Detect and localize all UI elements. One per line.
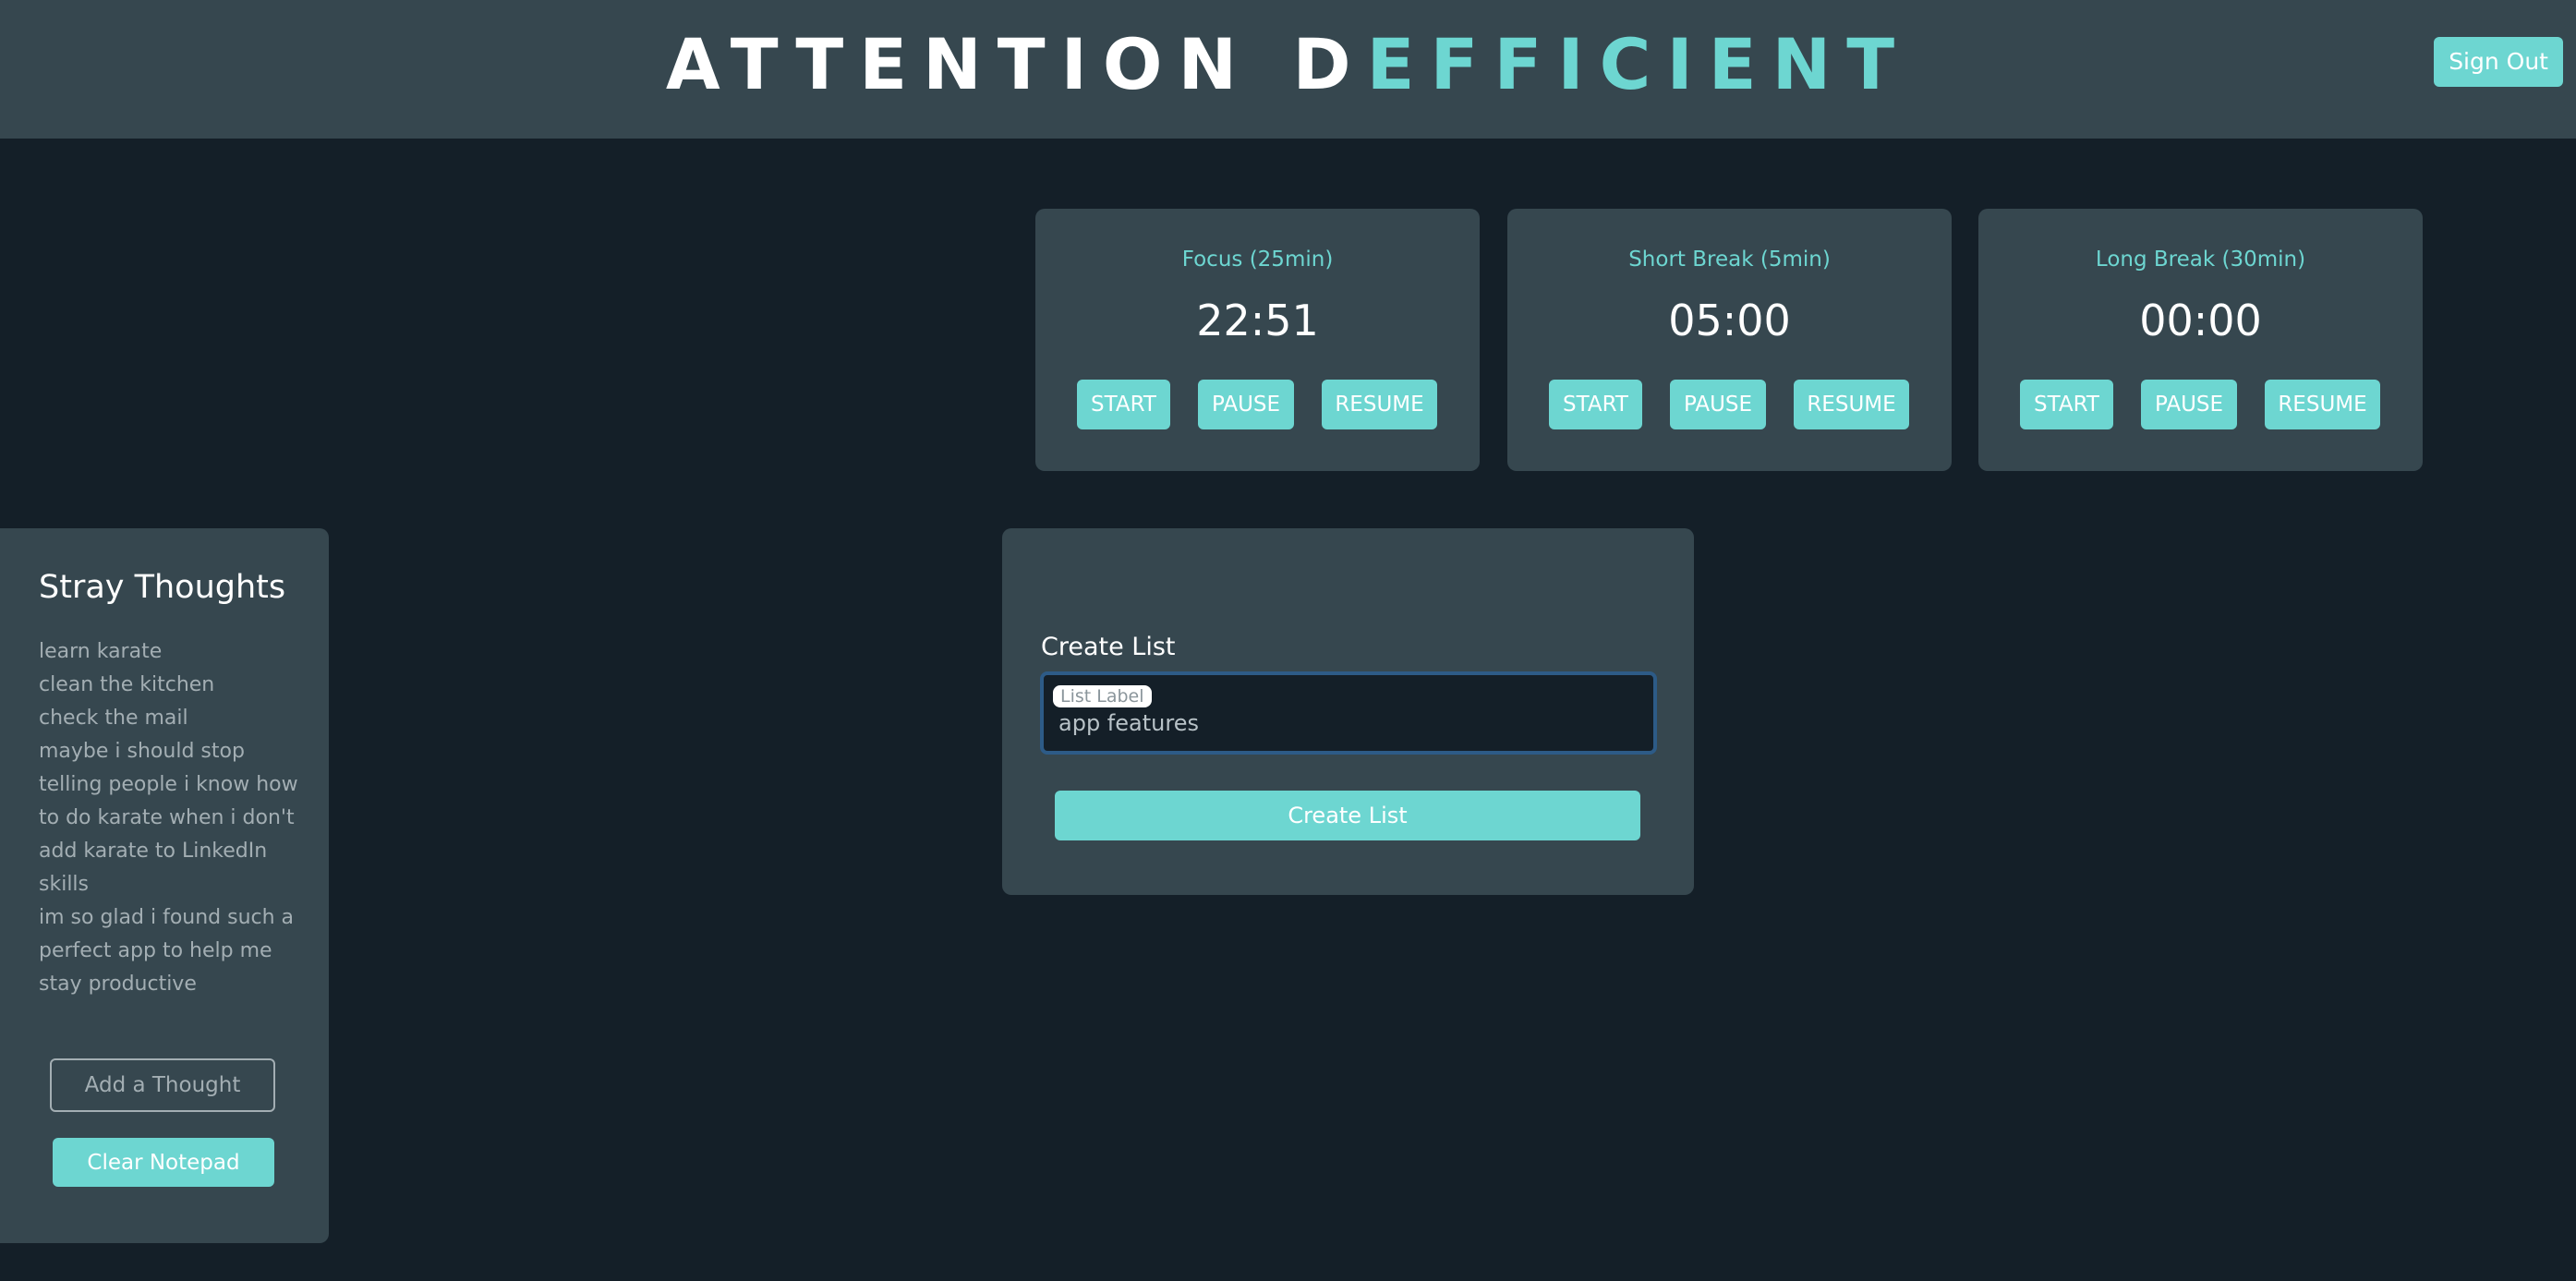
focus-timer-card: Focus (25min) 22:51 START PAUSE RESUME bbox=[1035, 209, 1480, 471]
add-thought-button[interactable]: Add a Thought bbox=[50, 1058, 275, 1112]
focus-pause-button[interactable]: PAUSE bbox=[1198, 380, 1294, 429]
thought-list: learn karate clean the kitchen check the… bbox=[39, 635, 307, 1001]
list-label-floating-label: List Label bbox=[1053, 685, 1152, 707]
app-title-part1: ATTENTION D bbox=[665, 23, 1367, 105]
app-header: ATTENTION DEFFICIENT Sign Out bbox=[0, 0, 2576, 139]
short-break-start-button[interactable]: START bbox=[1549, 380, 1642, 429]
thought-item: maybe i should stop telling people i kno… bbox=[39, 740, 298, 829]
app-title-part2: EFFICIENT bbox=[1366, 23, 1911, 105]
focus-resume-button[interactable]: RESUME bbox=[1322, 380, 1437, 429]
create-list-card: Create List List Label Create List bbox=[1002, 528, 1694, 895]
app-title: ATTENTION DEFFICIENT bbox=[0, 23, 2576, 106]
sign-out-button[interactable]: Sign Out bbox=[2434, 37, 2563, 87]
create-list-button[interactable]: Create List bbox=[1055, 791, 1640, 840]
list-label-input[interactable] bbox=[1058, 710, 1640, 736]
short-break-resume-button[interactable]: RESUME bbox=[1794, 380, 1909, 429]
clear-notepad-button[interactable]: Clear Notepad bbox=[53, 1138, 274, 1187]
thought-item: add karate to LinkedIn skills bbox=[39, 840, 268, 896]
long-break-start-button[interactable]: START bbox=[2020, 380, 2113, 429]
thought-item: clean the kitchen bbox=[39, 673, 215, 696]
notepad-heading: Stray Thoughts bbox=[39, 569, 286, 606]
long-break-resume-button[interactable]: RESUME bbox=[2265, 380, 2380, 429]
focus-start-button[interactable]: START bbox=[1077, 380, 1170, 429]
create-list-heading: Create List bbox=[1041, 633, 1176, 661]
stray-thoughts-notepad: Stray Thoughts learn karate clean the ki… bbox=[0, 528, 329, 1243]
timer-label: Long Break (30min) bbox=[2095, 248, 2306, 272]
timer-display: 05:00 bbox=[1668, 296, 1791, 345]
short-break-pause-button[interactable]: PAUSE bbox=[1670, 380, 1766, 429]
timer-display: 00:00 bbox=[2139, 296, 2262, 345]
short-break-timer-card: Short Break (5min) 05:00 START PAUSE RES… bbox=[1507, 209, 1952, 471]
thought-item: check the mail bbox=[39, 707, 188, 730]
long-break-timer-card: Long Break (30min) 00:00 START PAUSE RES… bbox=[1978, 209, 2423, 471]
thought-item: learn karate bbox=[39, 640, 163, 663]
thought-item: im so glad i found such a perfect app to… bbox=[39, 906, 295, 996]
timer-display: 22:51 bbox=[1196, 296, 1319, 345]
long-break-pause-button[interactable]: PAUSE bbox=[2141, 380, 2237, 429]
list-label-field[interactable]: List Label bbox=[1040, 671, 1657, 755]
timer-label: Short Break (5min) bbox=[1628, 248, 1831, 272]
timer-label: Focus (25min) bbox=[1181, 248, 1334, 272]
